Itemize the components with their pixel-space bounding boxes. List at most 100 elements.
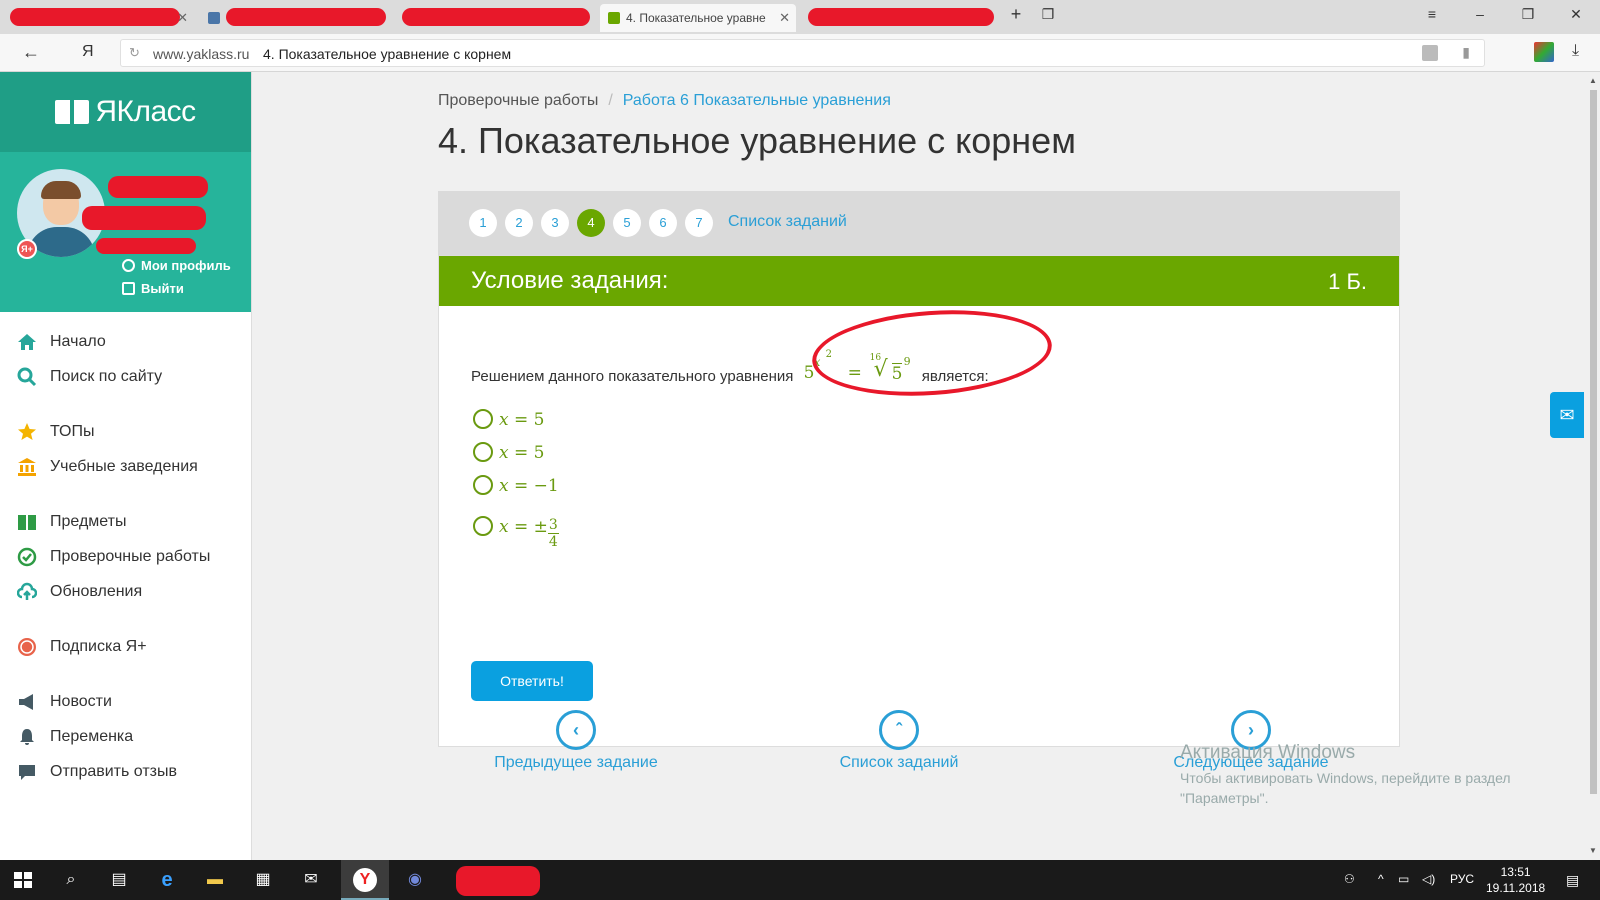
task-number-button[interactable]: 1 — [469, 209, 497, 237]
breadcrumb-item[interactable]: Проверочные работы — [438, 92, 598, 109]
sidebar-item-tops[interactable]: ТОПы — [0, 414, 251, 449]
restore-icon[interactable]: ❐ — [1518, 6, 1538, 23]
task-number-button[interactable]: 2 — [505, 209, 533, 237]
back-arrow-icon[interactable]: ← — [22, 42, 40, 63]
browser-tab[interactable]: ✕ — [4, 4, 194, 32]
url-field[interactable]: ↻ www.yaklass.ru 4. Показательное уравне… — [120, 39, 1485, 67]
fraction-denominator: 4 — [548, 534, 558, 550]
chevron-up-icon[interactable]: ^ — [1378, 872, 1384, 886]
discord-icon[interactable]: ◉ — [402, 868, 428, 892]
sidebar-item-tests[interactable]: Проверочные работы — [0, 539, 251, 574]
sidebar-item-label: Учебные заведения — [50, 458, 198, 475]
sidebar-item-subjects[interactable]: Предметы — [0, 504, 251, 539]
menu-icon[interactable]: ≡ — [1422, 6, 1442, 22]
task-list-link[interactable]: Список заданий — [728, 213, 847, 231]
reload-icon[interactable]: ↻ — [129, 45, 140, 61]
option-var: x — [499, 517, 509, 537]
sidebar-item-home[interactable]: Начало — [0, 324, 251, 359]
yandex-browser-icon[interactable]: Y — [353, 868, 377, 892]
search-icon[interactable]: ⌕ — [58, 868, 84, 892]
windows-activation-watermark: Активация Windows Чтобы активировать Win… — [1180, 742, 1511, 808]
browser-tab[interactable] — [200, 4, 390, 32]
notifications-icon[interactable]: ▤ — [1566, 872, 1579, 889]
browser-tabbar: ✕ 4. Показательное уравне ✕ + ❐ ≡ – ❐ ✕ — [0, 0, 1600, 34]
language-indicator[interactable]: РУС — [1450, 872, 1474, 886]
bookmark-icon[interactable]: ▮ — [1462, 44, 1470, 61]
watermark-text: Чтобы активировать Windows, перейдите в … — [1180, 768, 1511, 808]
chevron-left-icon: ‹ — [556, 710, 596, 750]
network-icon[interactable]: ▭ — [1398, 872, 1409, 886]
answer-option[interactable]: x = −1 — [473, 475, 559, 496]
yandex-icon[interactable]: Я — [82, 43, 94, 61]
sidebar-item-updates[interactable]: Обновления — [0, 574, 251, 609]
close-window-icon[interactable]: ✕ — [1566, 6, 1586, 23]
watermark-title: Активация Windows — [1180, 742, 1356, 763]
task-number-button[interactable]: 5 — [613, 209, 641, 237]
comment-icon — [19, 765, 35, 780]
mail-app-icon[interactable]: ✉ — [298, 868, 324, 892]
prev-task-link[interactable]: ‹ Предыдущее задание — [493, 710, 659, 772]
sidebar: ЯКласс Я+ Мои профиль Выйти Начало Поиск… — [0, 72, 252, 860]
bell-icon — [20, 729, 34, 745]
radio-button[interactable] — [473, 409, 493, 429]
task-view-icon[interactable]: ▤ — [106, 868, 132, 892]
mail-icon[interactable]: ✉ — [1550, 392, 1584, 438]
radio-button[interactable] — [473, 442, 493, 462]
browser-tab[interactable] — [802, 4, 998, 32]
bookmark-tabs-icon[interactable]: ❐ — [1038, 6, 1058, 23]
sidebar-item-institutions[interactable]: Учебные заведения — [0, 449, 251, 484]
scroll-down-icon[interactable]: ▼ — [1589, 846, 1597, 855]
sidebar-item-search[interactable]: Поиск по сайту — [0, 359, 251, 394]
radio-button[interactable] — [473, 516, 493, 536]
sidebar-item-feedback[interactable]: Отправить отзыв — [0, 754, 251, 789]
task-number-current[interactable]: 4 — [577, 209, 605, 237]
sidebar-item-news[interactable]: Новости — [0, 684, 251, 719]
lock-icon[interactable] — [1422, 45, 1438, 61]
task-number-button[interactable]: 6 — [649, 209, 677, 237]
answer-option[interactable]: x = 5 — [473, 442, 544, 463]
url-domain: www.yaklass.ru — [153, 46, 250, 62]
chevron-up-icon: ˆ — [879, 710, 919, 750]
file-explorer-icon[interactable]: ▬ — [202, 868, 228, 892]
user-icon[interactable]: ⚇ — [1344, 872, 1355, 886]
store-icon[interactable]: ▦ — [250, 868, 276, 892]
option-value: = ± — [514, 517, 548, 537]
extension-icon[interactable] — [1534, 42, 1554, 62]
logo[interactable]: ЯКласс — [55, 95, 196, 129]
answer-option[interactable]: x = ±3 4 — [473, 516, 559, 550]
my-profile-link[interactable]: Мои профиль — [122, 258, 231, 273]
logout-link[interactable]: Выйти — [122, 281, 184, 296]
breadcrumb-item[interactable]: Работа 6 Показательные уравнения — [623, 92, 891, 109]
download-icon[interactable]: ⤓ — [1572, 42, 1579, 60]
redacted-taskbar-app — [456, 866, 540, 896]
home-icon — [18, 334, 36, 350]
megaphone-icon — [19, 694, 33, 710]
task-number-button[interactable]: 7 — [685, 209, 713, 237]
new-tab-icon[interactable]: + — [1006, 4, 1026, 25]
user-icon — [122, 259, 135, 272]
scrollbar-thumb[interactable] — [1590, 90, 1597, 794]
sidebar-item-break[interactable]: Переменка — [0, 719, 251, 754]
book-icon — [18, 515, 36, 530]
browser-tab-active[interactable]: 4. Показательное уравне ✕ — [600, 4, 796, 32]
task-list-nav-link[interactable]: ˆ Список заданий — [836, 710, 962, 772]
redacted-tab-title — [10, 8, 180, 26]
radio-button[interactable] — [473, 475, 493, 495]
submit-answer-button[interactable]: Ответить! — [471, 661, 593, 701]
windows-start-icon[interactable] — [10, 868, 36, 892]
minimize-icon[interactable]: – — [1470, 6, 1490, 22]
scrollbar[interactable]: ▲ ▼ — [1586, 72, 1600, 860]
close-icon[interactable]: ✕ — [779, 10, 790, 26]
clock[interactable]: 13:51 19.11.2018 — [1486, 864, 1545, 896]
browser-tab[interactable] — [398, 4, 594, 32]
edge-icon[interactable]: e — [154, 868, 180, 892]
logo-bar[interactable]: ЯКласс — [0, 72, 251, 152]
scroll-up-icon[interactable]: ▲ — [1589, 76, 1597, 85]
sidebar-item-subscription[interactable]: Подписка Я+ — [0, 629, 251, 664]
volume-icon[interactable]: ◁) — [1422, 872, 1435, 886]
task-number-button[interactable]: 3 — [541, 209, 569, 237]
clock-date: 19.11.2018 — [1486, 881, 1546, 895]
close-icon[interactable]: ✕ — [177, 10, 188, 26]
building-icon — [18, 458, 36, 476]
answer-option[interactable]: x = 5 — [473, 409, 544, 430]
